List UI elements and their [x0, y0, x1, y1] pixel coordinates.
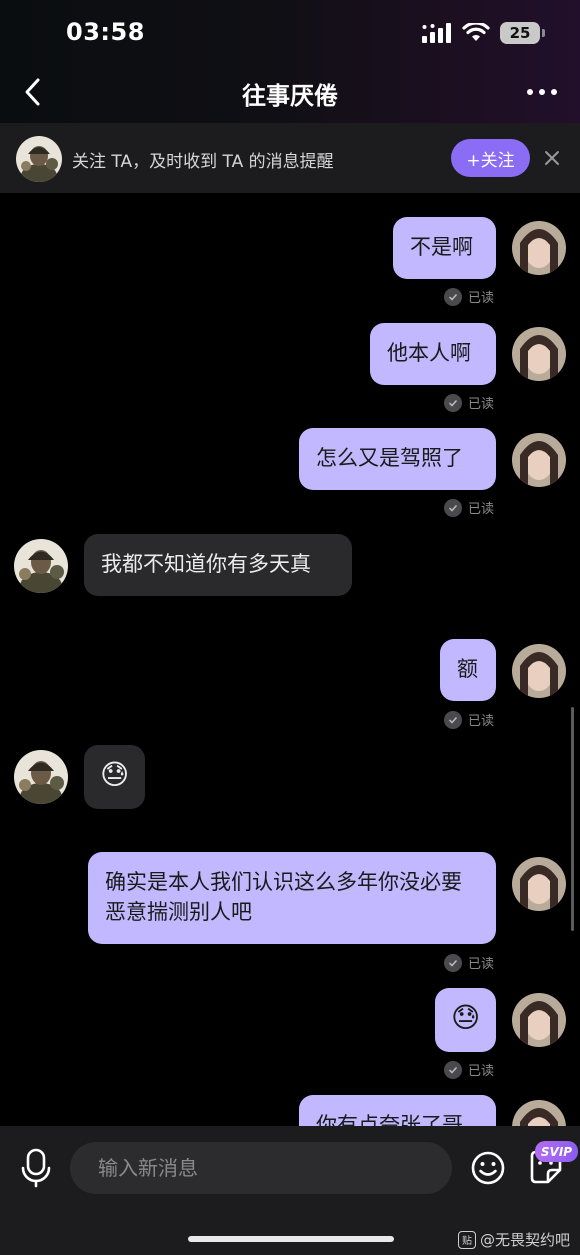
received-message-bubble[interactable]: 😓 — [84, 745, 145, 809]
read-receipt: 已读 — [444, 710, 494, 729]
sent-message-bubble[interactable]: 不是啊 — [393, 217, 496, 279]
read-status: 已读 — [468, 957, 495, 972]
message-input[interactable]: 输入新消息 — [70, 1142, 452, 1194]
message-text: 不是啊 — [410, 235, 473, 259]
follow-banner: 关注 TA，及时收到 TA 的消息提醒 +关注 — [0, 123, 580, 193]
follow-button[interactable]: +关注 — [451, 139, 530, 177]
read-status: 已读 — [468, 291, 495, 306]
message-text: 他本人啊 — [387, 341, 471, 365]
status-icons: 25 — [422, 22, 545, 44]
message-text: 我都不知道你有多天真 — [101, 552, 311, 576]
read-status: 已读 — [468, 1064, 495, 1079]
my-avatar[interactable] — [512, 433, 566, 487]
contact-avatar[interactable] — [14, 750, 68, 804]
my-avatar[interactable] — [512, 644, 566, 698]
battery-indicator: 25 — [500, 22, 545, 44]
message-text: 怎么又是驾照了 — [316, 446, 463, 470]
contact-avatar[interactable] — [14, 539, 68, 593]
home-indicator[interactable] — [188, 1236, 394, 1242]
check-icon — [444, 498, 462, 517]
chat-title: 往事厌倦 — [242, 82, 338, 110]
message-text: 你有点夸张了哥 — [316, 1113, 463, 1126]
my-avatar[interactable] — [512, 857, 566, 911]
my-avatar[interactable] — [512, 1100, 566, 1126]
sweat-emoji: 😓 — [100, 758, 130, 791]
my-avatar[interactable] — [512, 327, 566, 381]
read-status: 已读 — [468, 714, 495, 729]
message-text: 额 — [457, 657, 478, 681]
read-status: 已读 — [468, 397, 495, 412]
my-avatar[interactable] — [512, 993, 566, 1047]
check-icon — [444, 710, 462, 729]
tieba-logo-icon: 贴 — [458, 1230, 476, 1249]
received-message-bubble[interactable]: 我都不知道你有多天真 — [84, 534, 352, 596]
microphone-icon[interactable] — [16, 1146, 56, 1190]
top-bar: 03:58 25 往事厌倦 — [0, 0, 580, 123]
battery-level: 25 — [509, 24, 531, 42]
svip-badge: SVIP — [535, 1141, 578, 1162]
read-receipt: 已读 — [444, 953, 494, 972]
more-options-icon[interactable] — [522, 80, 562, 104]
message-text: 确实是本人我们认识这么多年你没必要恶意揣测别人吧 — [105, 870, 462, 924]
signal-icon — [422, 23, 451, 43]
read-status: 已读 — [468, 502, 495, 517]
sent-message-bubble[interactable]: 😓 — [435, 988, 496, 1052]
my-avatar[interactable] — [512, 221, 566, 275]
read-receipt: 已读 — [444, 393, 494, 412]
check-icon — [444, 953, 462, 972]
chat-message-list[interactable]: 不是啊 已读 他本人啊 已读 怎么又是驾照了 已读 我都不知道你有多天真 额 已… — [0, 193, 580, 1126]
sent-message-bubble[interactable]: 他本人啊 — [370, 323, 496, 385]
watermark-text: @无畏契约吧 — [480, 1231, 571, 1249]
sweat-emoji: 😓 — [451, 1001, 481, 1034]
contact-avatar[interactable] — [16, 136, 62, 182]
read-receipt: 已读 — [444, 287, 494, 306]
read-receipt: 已读 — [444, 498, 494, 517]
sent-message-bubble[interactable]: 你有点夸张了哥 — [299, 1095, 496, 1126]
sent-message-bubble[interactable]: 怎么又是驾照了 — [299, 428, 496, 490]
check-icon — [444, 1060, 462, 1079]
sent-message-bubble[interactable]: 确实是本人我们认识这么多年你没必要恶意揣测别人吧 — [88, 852, 496, 944]
check-icon — [444, 393, 462, 412]
close-icon[interactable] — [541, 147, 563, 169]
watermark: 贴 @无畏契约吧 — [458, 1229, 570, 1250]
follow-prompt-text: 关注 TA，及时收到 TA 的消息提醒 — [72, 152, 334, 172]
emoji-icon[interactable] — [468, 1146, 508, 1190]
read-receipt: 已读 — [444, 1060, 494, 1079]
sent-message-bubble[interactable]: 额 — [440, 639, 496, 701]
scrollbar[interactable] — [571, 707, 574, 931]
status-time: 03:58 — [66, 18, 145, 46]
check-icon — [444, 287, 462, 306]
wifi-icon — [462, 23, 490, 41]
